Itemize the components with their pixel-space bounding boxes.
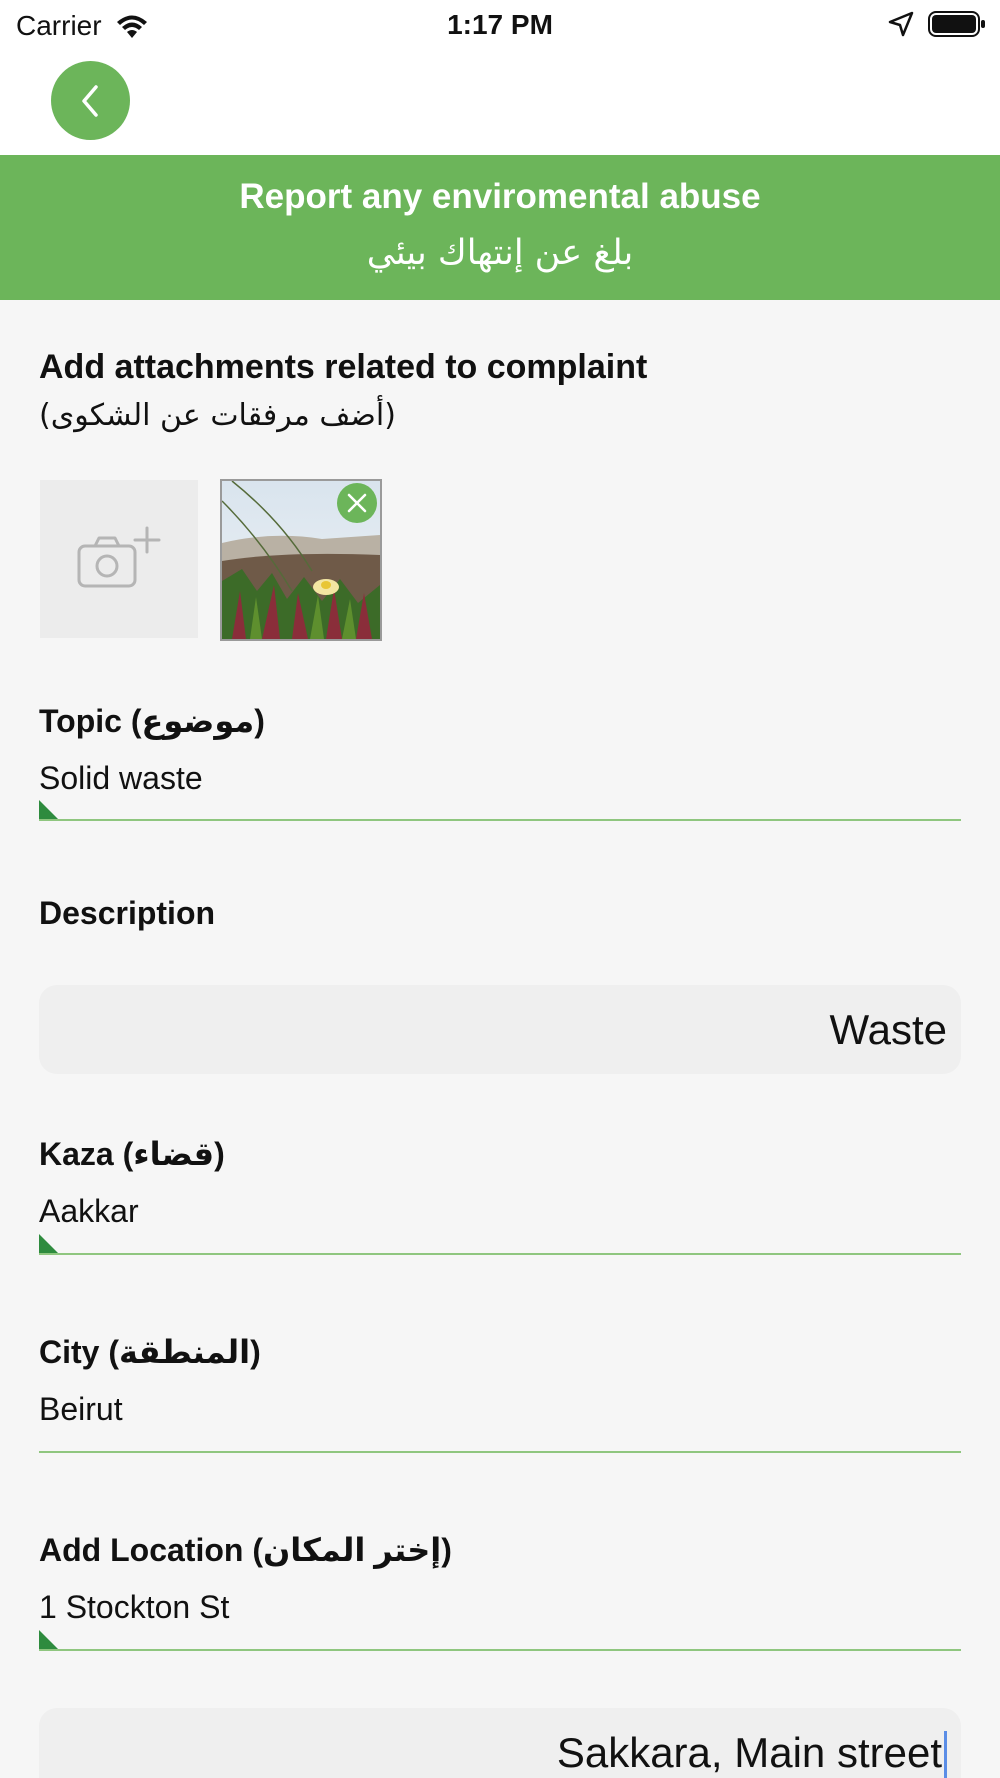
back-button[interactable] bbox=[51, 61, 130, 140]
banner-subtitle: بلغ عن إنتهاك بيئي bbox=[366, 233, 634, 273]
dropdown-indicator-icon bbox=[39, 800, 59, 820]
location-select[interactable]: 1 Stockton St bbox=[39, 1589, 229, 1626]
description-input[interactable]: Waste bbox=[39, 985, 961, 1074]
remove-attachment-button[interactable] bbox=[337, 483, 377, 523]
address-input[interactable]: Sakkara, Main street bbox=[39, 1708, 961, 1778]
dropdown-indicator-icon bbox=[39, 1630, 59, 1650]
dropdown-indicator-icon bbox=[39, 1234, 59, 1254]
battery-icon bbox=[928, 11, 985, 37]
kaza-label: Kaza (قضاء) bbox=[39, 1136, 225, 1172]
topic-underline bbox=[39, 819, 961, 821]
location-underline bbox=[39, 1649, 961, 1651]
text-cursor bbox=[944, 1730, 947, 1778]
status-right bbox=[888, 10, 986, 38]
city-underline bbox=[39, 1451, 961, 1453]
kaza-underline bbox=[39, 1253, 961, 1255]
attachments-title: Add attachments related to complaint bbox=[39, 348, 648, 386]
topic-select[interactable]: Solid waste bbox=[39, 760, 203, 797]
city-label: City (المنطقة) bbox=[39, 1334, 261, 1370]
description-label: Description bbox=[39, 895, 216, 931]
kaza-select[interactable]: Aakkar bbox=[39, 1193, 139, 1230]
nav-bar bbox=[0, 54, 1000, 155]
topic-label: Topic (موضوع) bbox=[39, 703, 265, 739]
status-bar: Carrier 1:17 PM bbox=[0, 0, 1000, 54]
add-attachment-button[interactable] bbox=[40, 480, 198, 638]
status-time: 1:17 PM bbox=[447, 9, 553, 40]
header-banner: Report any enviromental abuse بلغ عن إنت… bbox=[0, 155, 1000, 300]
attachments-subtitle: (أضف مرفقات عن الشكوى) bbox=[39, 398, 396, 433]
city-select[interactable]: Beirut bbox=[39, 1391, 123, 1428]
address-input-value: Sakkara, Main street bbox=[556, 1729, 942, 1776]
chevron-left-icon bbox=[81, 84, 98, 117]
camera-plus-icon bbox=[77, 526, 161, 588]
location-label: Add Location (إختر المكان) bbox=[39, 1532, 452, 1568]
banner-title: Report any enviromental abuse bbox=[239, 177, 761, 216]
close-icon bbox=[347, 493, 367, 513]
location-arrow-icon bbox=[888, 11, 914, 37]
